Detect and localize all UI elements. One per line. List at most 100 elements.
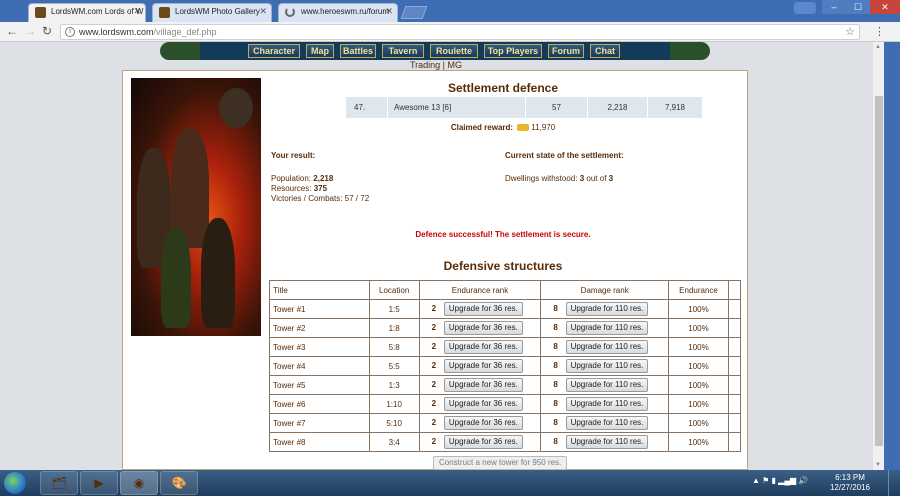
- upgrade-damage-button[interactable]: Upgrade for 110 res.: [565, 397, 649, 411]
- tower-location: 1:8: [368, 318, 420, 338]
- upgrade-endurance-button[interactable]: Upgrade for 36 res.: [443, 302, 523, 316]
- media-player-icon[interactable]: ▶: [80, 471, 118, 495]
- nav-battles[interactable]: Battles: [340, 44, 376, 58]
- col-endurance: Endurance: [668, 280, 729, 300]
- your-result-heading: Your result:: [271, 151, 316, 160]
- kebab-menu-icon[interactable]: ⋮: [874, 25, 885, 38]
- resources-value: 375: [313, 184, 328, 193]
- tower-row: Tower #1 1:5 2 Upgrade for 36 res. 8 Upgrad…: [269, 299, 742, 319]
- upgrade-damage-button[interactable]: Upgrade for 110 res.: [565, 359, 649, 373]
- tower-location: 5:8: [368, 337, 420, 357]
- tower-title: Tower #8: [269, 432, 370, 452]
- upgrade-damage-button[interactable]: Upgrade for 110 res.: [565, 378, 649, 392]
- close-tab-icon[interactable]: ✕: [385, 6, 393, 17]
- scroll-up-icon[interactable]: ▲: [875, 44, 881, 50]
- row-spacer: [727, 394, 742, 414]
- clock-date: 12/27/2016: [829, 483, 871, 492]
- forward-arrow-icon[interactable]: →: [24, 25, 36, 38]
- nav-map[interactable]: Map: [306, 44, 334, 58]
- upgrade-endurance-button[interactable]: Upgrade for 36 res.: [443, 416, 523, 430]
- bookmark-star-icon[interactable]: ☆: [845, 25, 855, 39]
- tower-location: 3:4: [368, 432, 420, 452]
- minimize-window-button[interactable]: –: [822, 0, 846, 14]
- back-arrow-icon[interactable]: ←: [6, 25, 18, 38]
- player-name[interactable]: Awesome 13 [6]: [388, 97, 526, 118]
- construct-tower-button[interactable]: Construct a new tower for 950 res.: [433, 456, 568, 470]
- scrollbar-thumb[interactable]: [875, 96, 883, 446]
- damage-rank-value: 8: [553, 361, 558, 370]
- tower-title: Tower #2: [269, 318, 370, 338]
- tower-location: 1:10: [368, 394, 420, 414]
- damage-rank-value: 8: [553, 342, 558, 351]
- upgrade-damage-button[interactable]: Upgrade for 110 res.: [565, 302, 649, 316]
- browser-tab-lordswm[interactable]: LordsWM.com Lords of W ✕: [28, 3, 146, 22]
- tower-endurance: 100%: [668, 375, 729, 395]
- upgrade-damage-button[interactable]: Upgrade for 110 res.: [565, 416, 649, 430]
- row-spacer: [727, 337, 742, 357]
- maximize-window-button[interactable]: ☐: [846, 0, 870, 14]
- page-scrollbar[interactable]: ▲ ▼: [872, 42, 884, 470]
- nav-roulette[interactable]: Roulette: [430, 44, 478, 58]
- game-top-menu: Character Map Battles Tavern Roulette To…: [160, 42, 710, 60]
- upgrade-damage-button[interactable]: Upgrade for 110 res.: [565, 321, 649, 335]
- claimed-reward: Claimed reward: 11,970: [348, 123, 658, 132]
- taskbar-clock[interactable]: 6:13 PM 12/27/2016: [820, 473, 880, 493]
- system-tray-icons[interactable]: ▲ ⚑ ▮ ▂▄▆ 🔊: [752, 476, 808, 485]
- dwellings-label: Dwellings withstood:: [505, 174, 578, 183]
- defensive-structures-title: Defensive structures: [443, 259, 563, 273]
- player-level: 57: [526, 97, 588, 118]
- tower-title: Tower #6: [269, 394, 370, 414]
- paint-icon[interactable]: 🎨: [160, 471, 198, 495]
- tower-row: Tower #3 5:8 2 Upgrade for 36 res. 8 Upgrad…: [269, 337, 742, 357]
- upgrade-endurance-button[interactable]: Upgrade for 36 res.: [443, 340, 523, 354]
- upgrade-damage-button[interactable]: Upgrade for 110 res.: [565, 435, 649, 449]
- nav-character[interactable]: Character: [248, 44, 300, 58]
- nav-chat[interactable]: Chat: [590, 44, 620, 58]
- browser-tab-forum[interactable]: www.heroeswm.ru/forum ✕: [278, 3, 398, 22]
- rank-number: 47.: [346, 97, 388, 118]
- close-window-button[interactable]: ✕: [870, 0, 900, 14]
- upgrade-endurance-button[interactable]: Upgrade for 36 res.: [443, 435, 523, 449]
- reload-icon[interactable]: ↻: [42, 25, 52, 38]
- upgrade-endurance-button[interactable]: Upgrade for 36 res.: [443, 378, 523, 392]
- close-tab-icon[interactable]: ✕: [133, 6, 141, 17]
- dwellings-total: 3: [608, 174, 614, 183]
- damage-rank-value: 8: [553, 437, 558, 446]
- new-tab-button[interactable]: [400, 6, 428, 19]
- endurance-rank-value: 2: [431, 342, 437, 351]
- tower-row: Tower #6 1:10 2 Upgrade for 36 res. 8 Upgra…: [269, 394, 742, 414]
- nav-forum[interactable]: Forum: [548, 44, 584, 58]
- close-tab-icon[interactable]: ✕: [259, 6, 267, 17]
- nav-top-players[interactable]: Top Players: [484, 44, 542, 58]
- settlement-panel: Settlement defence 47. Awesome 13 [6] 57…: [122, 70, 748, 470]
- chrome-icon[interactable]: ◉: [120, 471, 158, 495]
- url-input[interactable]: i www.lordswm.com/village_def.php ☆: [60, 24, 860, 40]
- sub-nav-links[interactable]: Trading | MG: [0, 60, 872, 70]
- tower-location: 1:3: [368, 375, 420, 395]
- endurance-rank-value: 2: [431, 418, 437, 427]
- scroll-down-icon[interactable]: ▼: [875, 462, 881, 468]
- damage-rank-value: 8: [553, 323, 558, 332]
- browser-tab-gallery[interactable]: LordsWM Photo Gallery ✕: [152, 3, 272, 22]
- upgrade-endurance-button[interactable]: Upgrade for 36 res.: [443, 321, 523, 335]
- clock-time: 6:13 PM: [835, 473, 865, 482]
- file-explorer-icon[interactable]: 🗂: [40, 471, 78, 495]
- loading-spinner-icon: [285, 7, 295, 17]
- windows-taskbar: 🗂 ▶ ◉ 🎨 ▲ ⚑ ▮ ▂▄▆ 🔊 6:13 PM 12/27/2016: [0, 470, 900, 496]
- site-info-icon[interactable]: i: [65, 27, 75, 37]
- upgrade-damage-button[interactable]: Upgrade for 110 res.: [565, 340, 649, 354]
- start-button[interactable]: [4, 472, 26, 494]
- upgrade-endurance-button[interactable]: Upgrade for 36 res.: [443, 397, 523, 411]
- profile-button[interactable]: [794, 2, 816, 14]
- nav-tavern[interactable]: Tavern: [382, 44, 424, 58]
- tower-row: Tower #4 5:5 2 Upgrade for 36 res. 8 Upgrad…: [269, 356, 742, 376]
- victories-value: 57 / 72: [344, 194, 370, 203]
- window-frame-edge: [884, 42, 900, 470]
- upgrade-endurance-button[interactable]: Upgrade for 36 res.: [443, 359, 523, 373]
- tower-row: Tower #2 1:8 2 Upgrade for 36 res. 8 Upgrad…: [269, 318, 742, 338]
- damage-rank-value: 8: [553, 380, 558, 389]
- show-desktop-button[interactable]: [888, 470, 900, 496]
- col-damage-rank: Damage rank: [540, 280, 670, 300]
- population-value: 2,218: [313, 174, 334, 183]
- endurance-rank-value: 2: [431, 437, 437, 446]
